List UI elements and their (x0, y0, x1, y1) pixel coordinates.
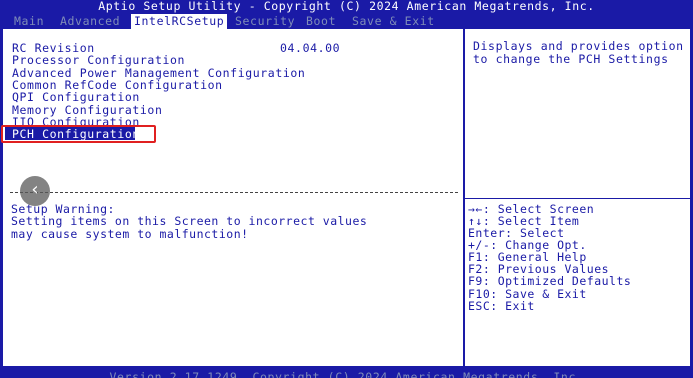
setup-warning-line-2: may cause system to malfunction! (11, 227, 249, 241)
title-bar: Aptio Setup Utility - Copyright (C) 2024… (0, 0, 693, 14)
annotation-highlight-box (1, 125, 156, 143)
key-help-esc: ESC: Exit (468, 299, 535, 313)
footer-bar: Version 2.17.1249. Copyright (C) 2024 Am… (0, 366, 693, 378)
tab-security[interactable]: Security (235, 14, 295, 29)
menu-item-qpi-configuration[interactable]: QPI Configuration (12, 90, 140, 104)
tab-boot[interactable]: Boot (306, 14, 336, 29)
tab-save-exit[interactable]: Save & Exit (352, 14, 435, 29)
frame-left-border (0, 29, 3, 366)
key-help-f9: F9: Optimized Defaults (468, 274, 632, 288)
separator-line (10, 192, 458, 193)
footer-text: Version 2.17.1249. Copyright (C) 2024 Am… (109, 370, 584, 378)
help-divider (465, 198, 690, 199)
menu-item-processor-configuration[interactable]: Processor Configuration (12, 53, 185, 67)
help-text-line-2: to change the PCH Settings (473, 52, 669, 66)
tab-intelrcsetup[interactable]: IntelRCSetup (131, 14, 228, 29)
tab-advanced[interactable]: Advanced (60, 14, 120, 29)
help-text-line-1: Displays and provides option (473, 39, 684, 53)
setup-warning-line-1: Setting items on this Screen to incorrec… (11, 214, 368, 228)
tab-main[interactable]: Main (14, 14, 44, 29)
rc-revision-value: 04.04.00 (280, 41, 341, 55)
tab-bar: Main Advanced IntelRCSetup Security Boot… (0, 14, 693, 29)
